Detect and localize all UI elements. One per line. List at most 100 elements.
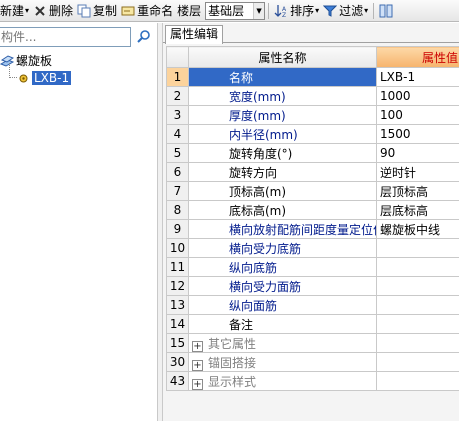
- property-name: 名称: [229, 70, 254, 85]
- grid-row[interactable]: 43 + 显示样式: [166, 371, 459, 391]
- rename-button-label: 重命名: [137, 4, 174, 18]
- filter-button[interactable]: 过滤 ▾: [321, 1, 370, 21]
- gear-icon: [18, 73, 29, 84]
- grid-row[interactable]: 1 名称 LXB-1: [166, 67, 459, 87]
- property-value-cell[interactable]: 螺旋板中线: [376, 219, 459, 239]
- rename-icon: [121, 4, 135, 18]
- row-number: 8: [166, 200, 189, 220]
- more-button[interactable]: [377, 1, 397, 21]
- row-number: 10: [166, 238, 189, 258]
- row-number: 6: [166, 162, 189, 182]
- dropdown-arrow-icon[interactable]: ▼: [253, 2, 265, 19]
- property-value-cell[interactable]: [376, 352, 459, 372]
- toolbar-divider: [268, 2, 270, 19]
- columns-icon: [379, 4, 393, 18]
- property-name: 纵向面筋: [229, 298, 278, 313]
- property-name-cell[interactable]: + 其它属性: [188, 333, 377, 353]
- property-name-cell[interactable]: 厚度(mm): [188, 105, 377, 125]
- row-number: 14: [166, 314, 189, 334]
- property-name-cell[interactable]: 备注: [188, 314, 377, 334]
- new-button[interactable]: 新建 ▾: [0, 1, 31, 21]
- grid-row[interactable]: 4 内半径(mm) 1500: [166, 124, 459, 144]
- property-name-cell[interactable]: + 显示样式: [188, 371, 377, 391]
- header-property-value: 属性值: [376, 46, 459, 68]
- property-name: 显示样式: [208, 374, 257, 389]
- row-number: 9: [166, 219, 189, 239]
- property-value-cell[interactable]: 100: [376, 105, 459, 125]
- tree-node-root[interactable]: 螺旋板: [0, 51, 157, 69]
- row-number: 12: [166, 276, 189, 296]
- sort-button-label: 排序: [290, 4, 315, 18]
- row-number: 5: [166, 143, 189, 163]
- property-name-cell[interactable]: 底标高(m): [188, 200, 377, 220]
- property-name-cell[interactable]: 内半径(mm): [188, 124, 377, 144]
- grid-row[interactable]: 14 备注: [166, 314, 459, 334]
- property-value-cell[interactable]: [376, 257, 459, 277]
- grid-row[interactable]: 7 顶标高(m) 层顶标高: [166, 181, 459, 201]
- property-name: 备注: [229, 317, 254, 332]
- row-number: 3: [166, 105, 189, 125]
- floor-select[interactable]: 基础层 ▼: [205, 1, 266, 20]
- property-value-cell[interactable]: [376, 371, 459, 391]
- property-value-cell[interactable]: 1500: [376, 124, 459, 144]
- property-name-cell[interactable]: 旋转角度(°): [188, 143, 377, 163]
- property-panel: 属性编辑 属性名称 属性值 1 名称 LXB-1 2 宽度(mm) 1000 3 厚度(mm)…: [163, 23, 459, 421]
- property-name-cell[interactable]: 横向放射配筋间距度量定位位置: [188, 219, 377, 239]
- property-value-cell[interactable]: 层顶标高: [376, 181, 459, 201]
- copy-button[interactable]: 复制: [75, 1, 119, 21]
- property-grid: 属性名称 属性值 1 名称 LXB-1 2 宽度(mm) 1000 3 厚度(mm) 100 4 内…: [166, 46, 459, 391]
- property-name-cell[interactable]: 顶标高(m): [188, 181, 377, 201]
- property-value-cell[interactable]: 层底标高: [376, 200, 459, 220]
- property-value-cell[interactable]: 90: [376, 143, 459, 163]
- property-name-cell[interactable]: 旋转方向: [188, 162, 377, 182]
- property-name-cell[interactable]: + 锚固搭接: [188, 352, 377, 372]
- grid-row[interactable]: 6 旋转方向 逆时针: [166, 162, 459, 182]
- search-input[interactable]: [0, 27, 131, 47]
- property-value-cell[interactable]: [376, 333, 459, 353]
- grid-row[interactable]: 12 横向受力面筋: [166, 276, 459, 296]
- property-value-cell[interactable]: 逆时针: [376, 162, 459, 182]
- property-name: 内半径(mm): [229, 127, 298, 142]
- delete-button[interactable]: 删除: [31, 1, 75, 21]
- grid-row[interactable]: 11 纵向底筋: [166, 257, 459, 277]
- grid-row[interactable]: 8 底标高(m) 层底标高: [166, 200, 459, 220]
- grid-row[interactable]: 9 横向放射配筋间距度量定位位置螺旋板中线: [166, 219, 459, 239]
- floor-select-value: 基础层: [208, 4, 245, 18]
- property-name: 横向受力面筋: [229, 279, 302, 294]
- rename-button[interactable]: 重命名: [119, 1, 175, 21]
- chevron-down-icon: ▾: [315, 6, 320, 15]
- grid-row[interactable]: 15 + 其它属性: [166, 333, 459, 353]
- property-name: 锚固搭接: [208, 355, 257, 370]
- property-name: 宽度(mm): [229, 89, 286, 104]
- tree-child-label: LXB-1: [32, 71, 72, 85]
- expand-icon[interactable]: +: [192, 340, 203, 352]
- property-value-cell[interactable]: [376, 314, 459, 334]
- property-value-cell[interactable]: [376, 295, 459, 315]
- grid-row[interactable]: 30 + 锚固搭接: [166, 352, 459, 372]
- grid-row[interactable]: 5 旋转角度(°) 90: [166, 143, 459, 163]
- sort-button[interactable]: AZ 排序 ▾: [272, 1, 321, 21]
- property-name-cell[interactable]: 横向受力底筋: [188, 238, 377, 258]
- property-value-cell[interactable]: LXB-1: [376, 67, 459, 87]
- property-name-cell[interactable]: 纵向底筋: [188, 257, 377, 277]
- search-button[interactable]: [131, 27, 157, 47]
- expand-icon[interactable]: +: [192, 359, 203, 371]
- property-name-cell[interactable]: 纵向面筋: [188, 295, 377, 315]
- property-name-cell[interactable]: 横向受力面筋: [188, 276, 377, 296]
- property-value-cell[interactable]: [376, 276, 459, 296]
- grid-row[interactable]: 2 宽度(mm) 1000: [166, 86, 459, 106]
- grid-row[interactable]: 13 纵向面筋: [166, 295, 459, 315]
- tree-node-child[interactable]: LXB-1: [0, 63, 157, 87]
- grid-row[interactable]: 10 横向受力底筋: [166, 238, 459, 258]
- copy-button-label: 复制: [93, 4, 118, 18]
- row-number: 4: [166, 124, 189, 144]
- property-name-cell[interactable]: 宽度(mm): [188, 86, 377, 106]
- expand-icon[interactable]: +: [192, 378, 203, 390]
- grid-row[interactable]: 3 厚度(mm) 100: [166, 105, 459, 125]
- tab-property-edit[interactable]: 属性编辑: [165, 25, 224, 44]
- property-value-cell[interactable]: [376, 238, 459, 258]
- tree-connector: [9, 63, 17, 78]
- property-name-cell[interactable]: 名称: [188, 67, 377, 87]
- row-number: 15: [166, 333, 189, 353]
- property-value-cell[interactable]: 1000: [376, 86, 459, 106]
